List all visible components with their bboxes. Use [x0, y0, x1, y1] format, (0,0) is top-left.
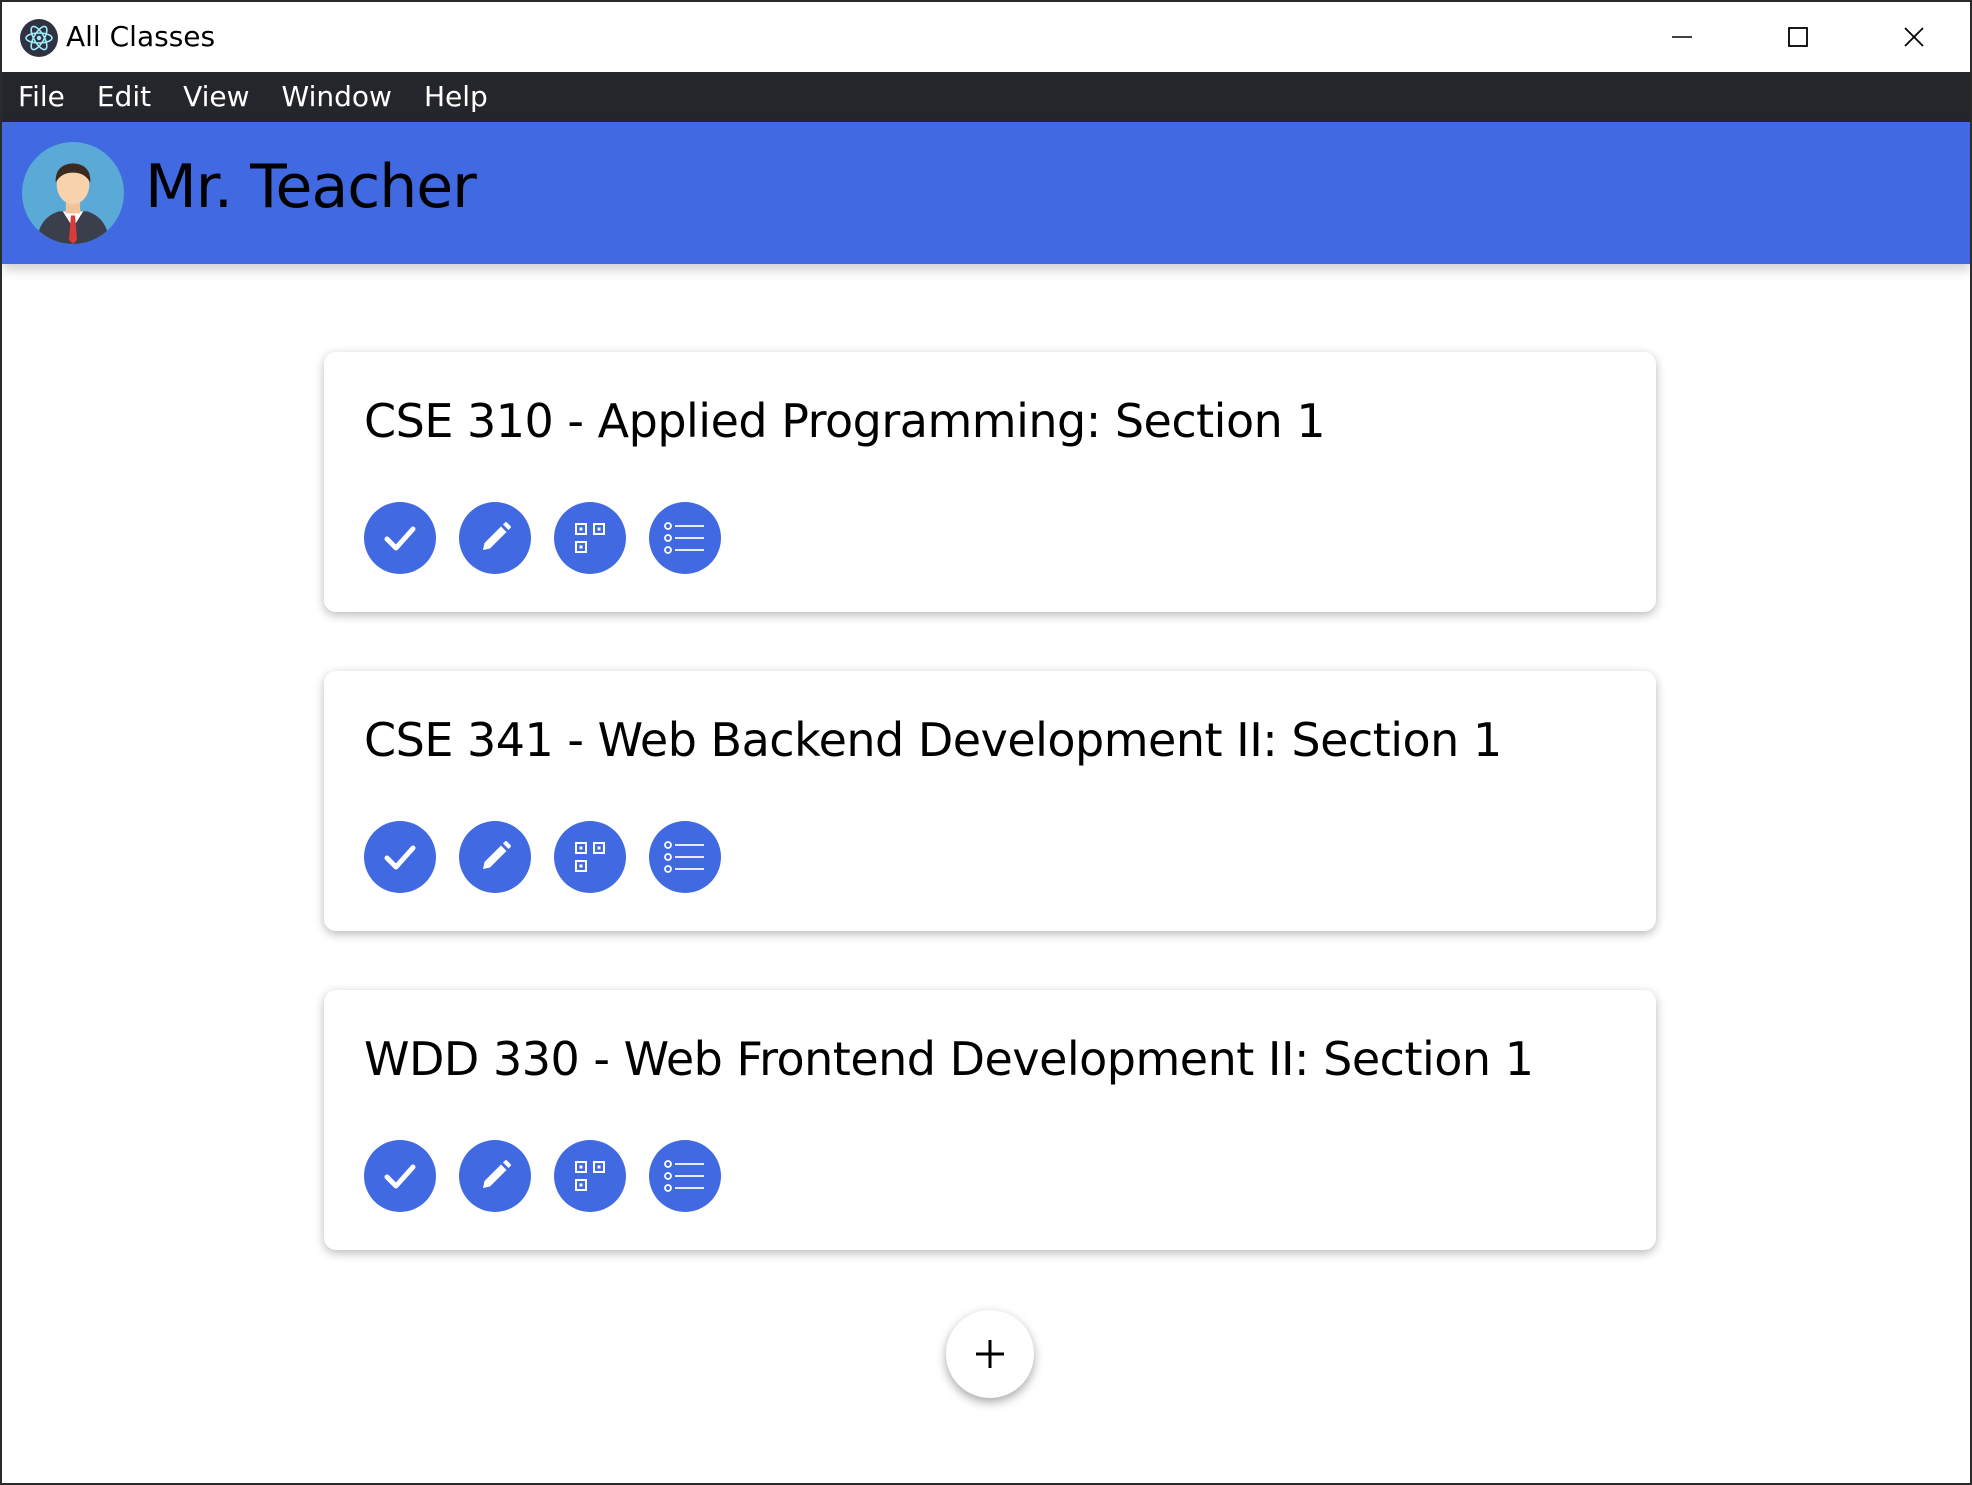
teacher-avatar: [22, 142, 124, 244]
class-title: WDD 330 - Web Frontend Development II: S…: [364, 1032, 1534, 1086]
take-attendance-button[interactable]: [364, 821, 436, 893]
class-actions: [364, 1140, 744, 1212]
minimize-button[interactable]: [1624, 2, 1740, 72]
teacher-name: Mr. Teacher: [145, 152, 477, 222]
class-list: CSE 310 - Applied Programming: Section 1…: [324, 352, 1656, 1309]
edit-class-button[interactable]: [459, 821, 531, 893]
class-card: CSE 341 - Web Backend Development II: Se…: [324, 671, 1656, 931]
student-list-button[interactable]: [649, 1140, 721, 1212]
class-title: CSE 341 - Web Backend Development II: Se…: [364, 713, 1502, 767]
student-list-button[interactable]: [649, 502, 721, 574]
menu-file[interactable]: File: [18, 72, 65, 122]
qr-code-button[interactable]: [554, 502, 626, 574]
menu-window[interactable]: Window: [282, 72, 392, 122]
menu-help[interactable]: Help: [424, 72, 488, 122]
take-attendance-button[interactable]: [364, 1140, 436, 1212]
take-attendance-button[interactable]: [364, 502, 436, 574]
minimize-icon: [1672, 36, 1692, 38]
menu-bar: File Edit View Window Help: [2, 72, 1970, 122]
check-icon: [384, 1164, 416, 1189]
menu-view[interactable]: View: [183, 72, 249, 122]
class-card: CSE 310 - Applied Programming: Section 1: [324, 352, 1656, 612]
list-icon: [664, 841, 704, 873]
list-icon: [664, 1160, 704, 1192]
electron-app-icon: [20, 19, 58, 57]
class-actions: [364, 502, 744, 574]
window-title: All Classes: [66, 20, 216, 53]
qr-code-button[interactable]: [554, 1140, 626, 1212]
title-bar: All Classes: [2, 2, 1970, 72]
class-title: CSE 310 - Applied Programming: Section 1: [364, 394, 1326, 448]
check-icon: [384, 845, 416, 870]
maximize-button[interactable]: [1740, 2, 1856, 72]
qr-code-button[interactable]: [554, 821, 626, 893]
check-icon: [384, 526, 416, 551]
close-icon: [1904, 27, 1924, 47]
class-actions: [364, 821, 744, 893]
qr-code-icon: [575, 1161, 605, 1191]
student-list-button[interactable]: [649, 821, 721, 893]
edit-class-button[interactable]: [459, 502, 531, 574]
qr-code-icon: [575, 523, 605, 553]
pencil-icon: [483, 841, 511, 869]
maximize-icon: [1788, 27, 1808, 47]
list-icon: [664, 522, 704, 554]
teacher-header: Mr. Teacher: [2, 122, 1970, 264]
pencil-icon: [483, 1160, 511, 1188]
edit-class-button[interactable]: [459, 1140, 531, 1212]
qr-code-icon: [575, 842, 605, 872]
close-button[interactable]: [1856, 2, 1970, 72]
app-window: All Classes File Edit View Window Help M…: [0, 0, 1972, 1485]
plus-icon: [976, 1340, 1004, 1368]
class-card: WDD 330 - Web Frontend Development II: S…: [324, 990, 1656, 1250]
menu-edit[interactable]: Edit: [97, 72, 151, 122]
add-class-button[interactable]: [946, 1310, 1034, 1398]
pencil-icon: [483, 522, 511, 550]
